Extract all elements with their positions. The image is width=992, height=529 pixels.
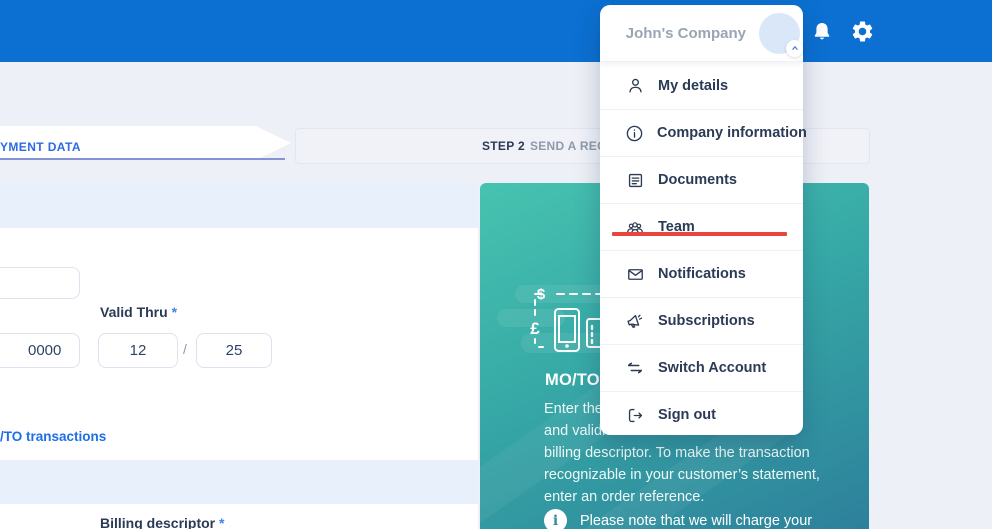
card-digits-value: 0000 [28,342,61,359]
moto-transactions-link[interactable]: /TO transactions [0,429,106,444]
billing-descriptor-label: Billing descriptor * [100,515,224,529]
date-separator: / [183,341,187,357]
promo-line: billing descriptor. To make the transact… [544,442,864,464]
promo-line: enter an order reference. [544,486,864,508]
user-icon [625,76,645,95]
envelope-icon [625,265,645,284]
menu-item-my-details[interactable]: My details [600,62,803,109]
account-menu-list: My details Company information Documents… [600,62,803,438]
menu-item-company-information[interactable]: Company information [600,109,803,156]
menu-item-label: Documents [658,172,737,188]
info-icon: i [544,509,567,529]
expiry-year-value: 25 [226,342,243,359]
promo-line: recognizable in your customer’s statemen… [544,464,864,486]
menu-item-documents[interactable]: Documents [600,156,803,203]
required-asterisk: * [172,304,177,320]
menu-item-label: Subscriptions [658,313,755,329]
info-icon [625,124,644,143]
pound-symbol: £ [530,319,540,338]
account-dropdown-menu: John's Company My details Company inform… [600,5,803,435]
menu-item-switch-account[interactable]: Switch Account [600,344,803,391]
bell-icon[interactable] [810,20,834,44]
megaphone-icon [625,311,645,331]
step1-label: YMENT DATA [0,140,81,154]
menu-item-label: Team [658,219,695,235]
menu-item-sign-out[interactable]: Sign out [600,391,803,438]
menu-item-label: Company information [657,125,807,141]
menu-item-label: Sign out [658,407,716,423]
menu-item-label: My details [658,78,728,94]
menu-item-notifications[interactable]: Notifications [600,250,803,297]
step1-active-underline [0,158,285,160]
dollar-symbol: $ [537,286,546,303]
documents-icon [625,171,645,190]
menu-item-subscriptions[interactable]: Subscriptions [600,297,803,344]
form-section-band-top [0,183,478,228]
menu-item-label: Switch Account [658,360,766,376]
required-asterisk: * [219,515,224,529]
chevron-up-icon [786,40,803,57]
form-section-band-bottom [0,460,478,504]
card-field-input[interactable] [0,267,80,299]
expiry-month-value: 12 [130,342,147,359]
account-summary[interactable]: John's Company [600,5,803,62]
sign-out-icon [625,406,645,425]
payment-form-card: Valid Thru * 0000 12 / 25 /TO transactio… [0,183,478,529]
promo-note: i Please note that we will charge your [544,509,812,529]
valid-thru-text: Valid Thru [100,304,168,320]
menu-item-team[interactable]: Team [600,203,803,250]
avatar[interactable] [759,13,800,54]
step2-prefix: STEP 2 [482,139,525,153]
switch-arrows-icon [625,358,645,378]
settings-gear-icon[interactable] [850,19,875,44]
expiry-year-input[interactable]: 25 [196,333,272,368]
account-name: John's Company [626,25,746,42]
team-icon [625,218,645,237]
expiry-month-input[interactable]: 12 [98,333,178,368]
top-header-bar [0,0,992,62]
valid-thru-label: Valid Thru * [100,304,177,320]
promo-note-text: Please note that we will charge your [580,509,812,529]
menu-item-label: Notifications [658,266,746,282]
billing-descriptor-text: Billing descriptor [100,515,215,529]
page: STEP 2 SEND A RECEIPT YMENT DATA Valid T… [0,0,992,529]
